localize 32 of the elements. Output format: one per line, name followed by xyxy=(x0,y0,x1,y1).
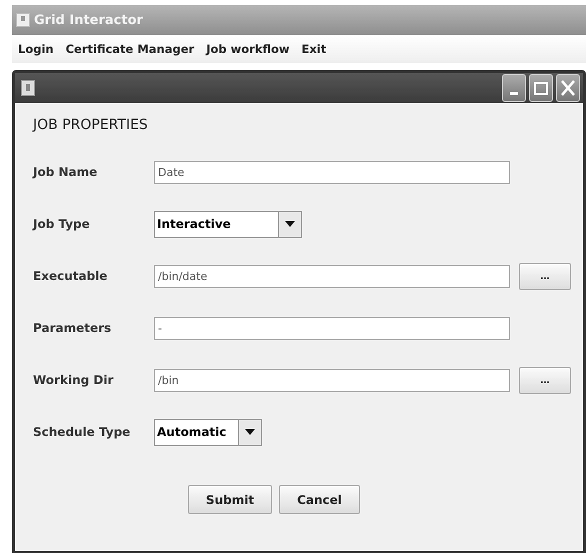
field-label: Schedule Type xyxy=(33,425,132,439)
dialog-button[interactable]: Cancel xyxy=(279,485,360,514)
text-field[interactable]: - xyxy=(154,316,510,340)
close-button[interactable] xyxy=(556,74,580,102)
minimize-button[interactable] xyxy=(502,74,526,102)
app-icon xyxy=(16,13,30,27)
caret-icon xyxy=(245,429,255,435)
field-label: Job Name xyxy=(33,165,98,179)
close-icon xyxy=(561,80,575,96)
field-label: Parameters xyxy=(33,321,112,335)
menu-item[interactable]: Login xyxy=(18,42,54,56)
minimize-icon xyxy=(510,92,518,94)
maximize-icon xyxy=(534,82,548,94)
field-label: Working Dir xyxy=(33,373,114,387)
field-label: Job Type xyxy=(33,217,91,231)
menu-item[interactable]: Job workflow xyxy=(206,42,290,56)
browse-button[interactable]: ... xyxy=(519,262,571,290)
menu-item[interactable]: Certificate Manager xyxy=(66,42,194,56)
dialog-button[interactable]: Submit xyxy=(188,485,272,514)
menu-item[interactable]: Exit xyxy=(302,42,326,56)
text-field[interactable]: /bin xyxy=(154,368,510,392)
text-field[interactable]: /bin/date xyxy=(154,264,510,288)
dropdown[interactable]: Interactive xyxy=(154,210,302,238)
section-heading: JOB PROPERTIES xyxy=(33,117,149,133)
maximize-button[interactable] xyxy=(529,74,553,102)
window-title: Grid Interactor xyxy=(34,12,143,28)
dropdown[interactable]: Automatic xyxy=(154,418,262,446)
app-icon xyxy=(21,80,35,96)
field-label: Executable xyxy=(33,269,108,283)
text-field[interactable]: Date xyxy=(154,160,510,184)
browse-button[interactable]: ... xyxy=(519,366,571,394)
caret-icon xyxy=(285,221,295,227)
